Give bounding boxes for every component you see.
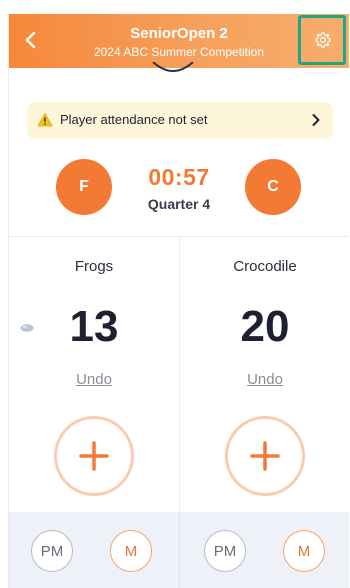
m-button-crocodile[interactable]: M (283, 530, 325, 572)
score-crocodile: 20 (240, 302, 290, 351)
footer-toolbar: PM M PM M (9, 512, 349, 588)
header: SeniorOpen 2 2024 ABC Summer Competition (9, 14, 349, 68)
plus-icon (250, 441, 280, 471)
attendance-banner[interactable]: Player attendance not set (27, 102, 333, 139)
m-button-frogs[interactable]: M (110, 530, 152, 572)
attendance-banner-text: Player attendance not set (60, 112, 208, 127)
chevron-right-icon (309, 113, 323, 132)
undo-button-crocodile[interactable]: Undo (180, 371, 349, 388)
app-screen: SeniorOpen 2 2024 ABC Summer Competition… (8, 14, 349, 588)
warning-icon (37, 112, 53, 133)
undo-button-frogs[interactable]: Undo (9, 371, 179, 388)
plus-icon (79, 441, 109, 471)
quarter-label: Quarter 4 (147, 196, 211, 212)
pm-button-frogs[interactable]: PM (31, 530, 73, 572)
add-score-button-frogs[interactable] (54, 416, 134, 496)
divider (179, 512, 180, 588)
team-logo-graphic (152, 62, 194, 72)
score-frogs: 13 (69, 302, 119, 351)
team-crocodile-button[interactable]: C (245, 159, 301, 215)
game-clock: 00:57 (148, 164, 210, 190)
team-name-crocodile: Crocodile (233, 258, 297, 275)
gear-icon (315, 32, 331, 48)
add-score-button-crocodile[interactable] (225, 416, 305, 496)
settings-button[interactable] (298, 15, 346, 65)
team-name-frogs: Frogs (74, 258, 114, 275)
team-frogs-button[interactable]: F (56, 159, 112, 215)
pm-button-crocodile[interactable]: PM (204, 530, 246, 572)
